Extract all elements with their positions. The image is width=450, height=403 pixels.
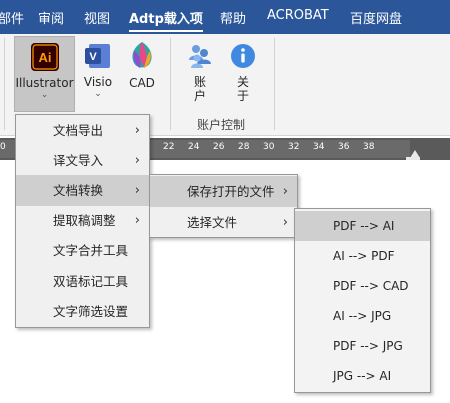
chevron-right-icon: › <box>134 183 140 198</box>
menu-item-ai-to-pdf[interactable]: AI --> PDF <box>295 241 430 271</box>
menu-item-ai-to-jpg[interactable]: AI --> JPG <box>295 301 430 331</box>
adtp-dropdown-menu: 文档导出 › 译文导入 › 文档转换 › 提取稿调整 › 文字合并工具 双语标记… <box>15 114 150 328</box>
group-separator <box>4 38 5 130</box>
tab-view[interactable]: 视图 <box>84 8 110 27</box>
ruler-tick-label: 28 <box>238 142 250 152</box>
menu-item-import[interactable]: 译文导入 › <box>16 145 149 176</box>
tab-components[interactable]: 部件 <box>0 8 24 27</box>
select-file-submenu: PDF --> AI AI --> PDF PDF --> CAD AI -->… <box>294 208 431 393</box>
menu-item-convert[interactable]: 文档转换 › <box>16 175 149 206</box>
account-label: 账 户 <box>193 75 206 103</box>
ruler-tick-label: 36 <box>338 142 350 152</box>
chevron-right-icon: › <box>134 153 140 168</box>
visio-icon: V <box>85 44 110 68</box>
menu-item-jpg-to-ai[interactable]: JPG --> AI <box>295 361 430 391</box>
menu-item-pdf-to-jpg[interactable]: PDF --> JPG <box>295 331 430 361</box>
menu-item-adjust[interactable]: 提取稿调整 › <box>16 205 149 236</box>
menu-item-pdf-to-cad[interactable]: PDF --> CAD <box>295 271 430 301</box>
ruler-tick-label: 0 <box>0 142 6 152</box>
ruler-tick-label: 30 <box>263 142 275 152</box>
ruler-tick-label: 34 <box>313 142 325 152</box>
cad-button[interactable]: CAD <box>124 36 160 112</box>
group-separator <box>170 38 171 130</box>
chevron-right-icon: › <box>134 213 140 228</box>
account-icon <box>189 45 211 68</box>
convert-submenu: 保存打开的文件 › 选择文件 › <box>149 174 298 238</box>
menu-item-save-open-files[interactable]: 保存打开的文件 › <box>150 176 297 207</box>
menu-item-select-file[interactable]: 选择文件 › <box>150 207 297 238</box>
visio-label: Visio <box>83 75 113 89</box>
ruler-tick-label: 38 <box>363 142 375 152</box>
cad-icon <box>132 42 152 68</box>
ruler-tick-label: 24 <box>188 142 200 152</box>
tab-adtp-addins[interactable]: Adtp载入项 <box>129 8 203 32</box>
chevron-down-icon: ⌄ <box>40 90 49 100</box>
illustrator-label: Illustrator <box>15 76 74 90</box>
chevron-right-icon: › <box>134 123 140 138</box>
ribbon-tab-bar: 部件 审阅 视图 Adtp载入项 帮助 ACROBAT 百度网盘 <box>0 0 450 34</box>
chevron-right-icon: › <box>282 184 288 199</box>
cad-label: CAD <box>129 76 155 90</box>
group-label-account-control: 账户控制 <box>197 118 246 132</box>
illustrator-button[interactable]: Ai Illustrator ⌄ <box>14 36 75 112</box>
about-button[interactable]: 关 于 <box>229 36 257 112</box>
menu-item-filter-settings[interactable]: 文字筛选设置 <box>16 296 149 327</box>
ruler-tick-label: 32 <box>288 142 300 152</box>
chevron-down-icon: ⌄ <box>94 89 102 99</box>
account-button[interactable]: 账 户 <box>186 36 214 112</box>
tab-baidu-netdisk[interactable]: 百度网盘 <box>350 8 402 27</box>
ruler-tick-label: 26 <box>213 142 225 152</box>
menu-item-pdf-to-ai[interactable]: PDF --> AI <box>295 211 430 241</box>
menu-item-export[interactable]: 文档导出 › <box>16 115 149 146</box>
svg-text:V: V <box>89 51 97 63</box>
ruler-tick-label: 22 <box>163 142 175 152</box>
visio-button[interactable]: V Visio ⌄ <box>80 36 116 112</box>
group-separator <box>274 38 275 130</box>
tab-review[interactable]: 审阅 <box>38 8 64 27</box>
illustrator-icon: Ai <box>30 43 59 71</box>
about-label: 关 于 <box>236 75 249 103</box>
tab-help[interactable]: 帮助 <box>220 8 246 27</box>
menu-item-bilingual-tool[interactable]: 双语标记工具 <box>16 266 149 297</box>
tab-acrobat[interactable]: ACROBAT <box>267 8 329 23</box>
info-icon <box>231 44 255 68</box>
chevron-right-icon: › <box>282 215 288 230</box>
menu-item-merge-tool[interactable]: 文字合并工具 <box>16 235 149 266</box>
svg-text:Ai: Ai <box>38 50 51 65</box>
